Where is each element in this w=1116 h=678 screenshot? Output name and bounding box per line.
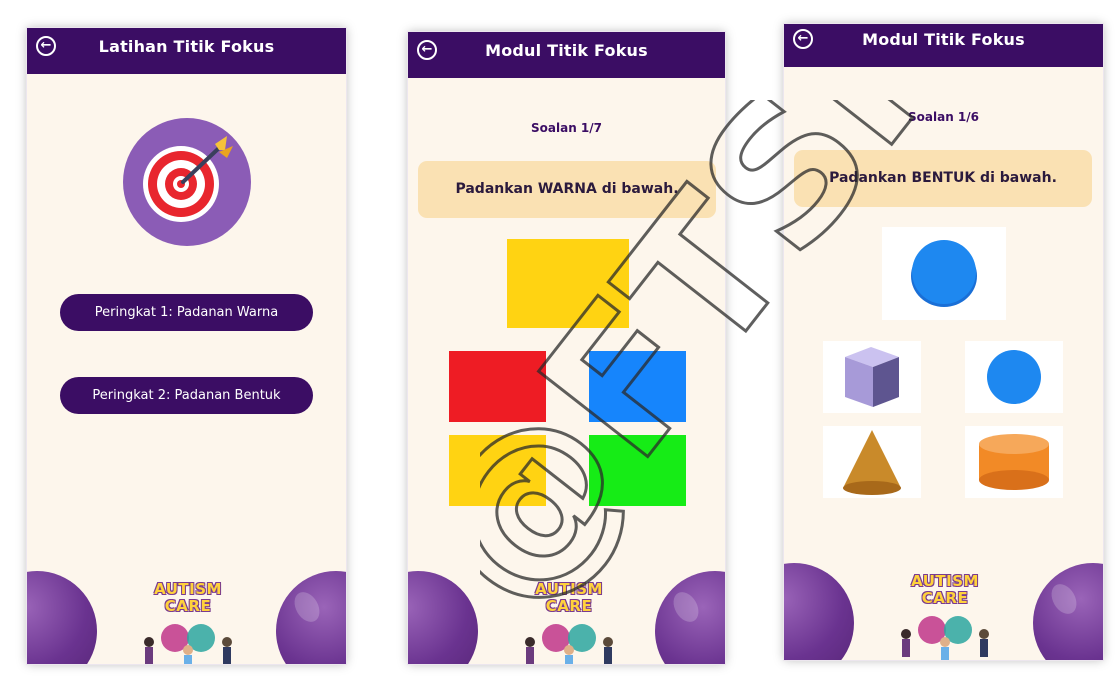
target-circle-shape bbox=[882, 227, 1006, 320]
autism-care-logo: AUTISM CARE bbox=[892, 572, 998, 660]
option-red[interactable] bbox=[449, 351, 546, 422]
option-blue[interactable] bbox=[589, 351, 686, 422]
decorative-blob-left bbox=[27, 571, 97, 664]
page-title: Modul Titik Fokus bbox=[485, 41, 648, 60]
question-counter: Soalan 1/6 bbox=[908, 110, 979, 124]
option-cylinder-icon[interactable] bbox=[965, 426, 1063, 498]
option-cube-icon[interactable] bbox=[823, 341, 921, 413]
app-bar: ← Modul Titik Fokus bbox=[408, 32, 725, 78]
decorative-blob-right bbox=[655, 571, 725, 664]
target-color-swatch bbox=[507, 239, 629, 328]
autism-care-logo: AUTISM CARE bbox=[135, 580, 241, 664]
decorative-blob-right bbox=[276, 571, 346, 664]
level-2-button[interactable]: Peringkat 2: Padanan Bentuk bbox=[60, 377, 313, 414]
decorative-blob-left bbox=[784, 563, 854, 660]
instruction-card: Padankan WARNA di bawah. bbox=[418, 161, 716, 218]
option-cone-icon[interactable] bbox=[823, 426, 921, 498]
decorative-blob-right bbox=[1033, 563, 1103, 660]
instruction-card: Padankan BENTUK di bawah. bbox=[794, 150, 1092, 207]
question-counter: Soalan 1/7 bbox=[531, 121, 602, 135]
app-bar: ← Latihan Titik Fokus bbox=[27, 28, 346, 74]
decorative-blob-left bbox=[408, 571, 478, 664]
screen-modul-warna: ← Modul Titik Fokus Soalan 1/7 Padankan … bbox=[408, 32, 725, 664]
page-title: Latihan Titik Fokus bbox=[98, 37, 275, 56]
target-dart-icon bbox=[123, 118, 251, 246]
option-green[interactable] bbox=[589, 435, 686, 506]
screen-modul-bentuk: ← Modul Titik Fokus Soalan 1/6 Padankan … bbox=[784, 24, 1103, 660]
page-title: Modul Titik Fokus bbox=[862, 30, 1025, 49]
option-yellow[interactable] bbox=[449, 435, 546, 506]
screen-latihan-titik-fokus: ← Latihan Titik Fokus Peringkat 1: Padan… bbox=[27, 28, 346, 664]
app-bar: ← Modul Titik Fokus bbox=[784, 24, 1103, 67]
level-1-button[interactable]: Peringkat 1: Padanan Warna bbox=[60, 294, 313, 331]
option-circle-icon[interactable] bbox=[965, 341, 1063, 413]
autism-care-logo: AUTISM CARE bbox=[516, 580, 622, 664]
